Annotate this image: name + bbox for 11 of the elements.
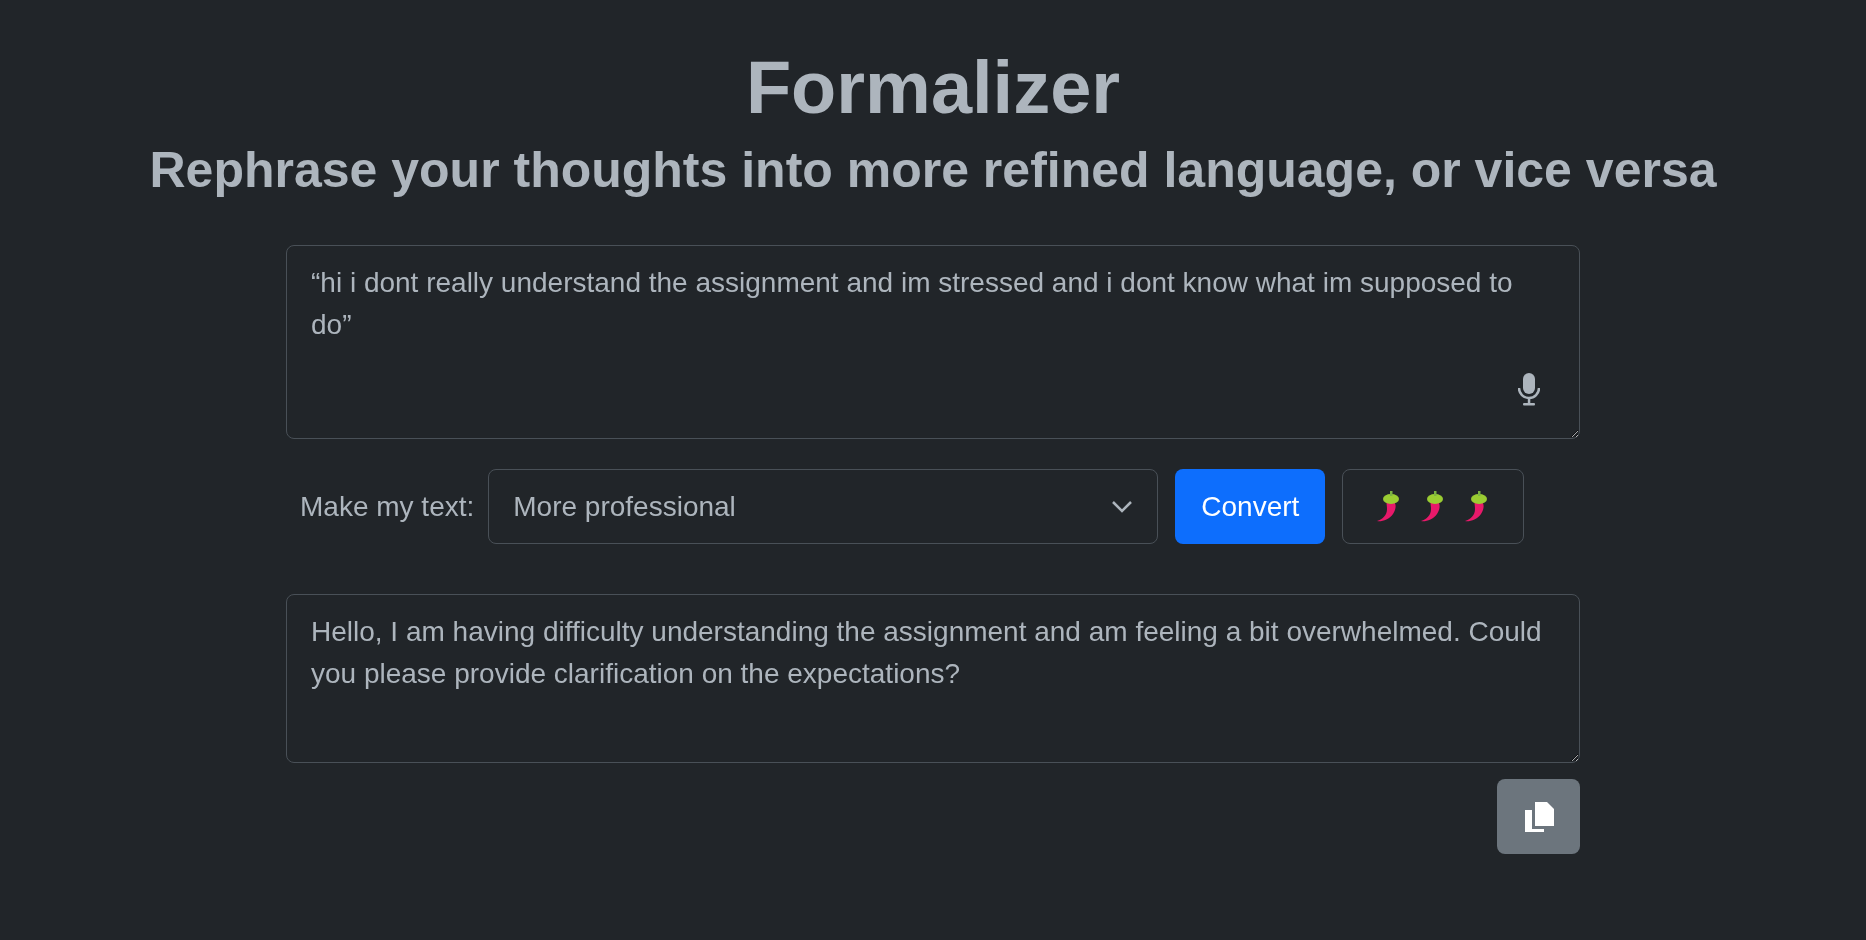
microphone-icon[interactable] — [1518, 373, 1540, 407]
chevron-down-icon — [1111, 499, 1134, 514]
spice-button[interactable] — [1342, 469, 1525, 544]
mode-label: Make my text: — [300, 489, 475, 524]
input-field[interactable]: “hi i dont really understand the assignment and im stressed and i dont know what im supposed to do” — [286, 245, 1580, 439]
app-title: Formalizer — [745, 45, 1121, 131]
convert-button[interactable]: Convert — [1175, 469, 1326, 544]
app-subtitle: Rephrase your thoughts into more refined language, or vice versa — [149, 140, 1717, 200]
output-field[interactable]: Hello, I am having difficulty understanding the assignment and am feeling a bit overwhelmed. Could you please provide clarification on the expectations? — [286, 594, 1580, 763]
mode-select[interactable]: More professional — [488, 469, 1159, 544]
copy-button[interactable] — [1497, 779, 1580, 854]
